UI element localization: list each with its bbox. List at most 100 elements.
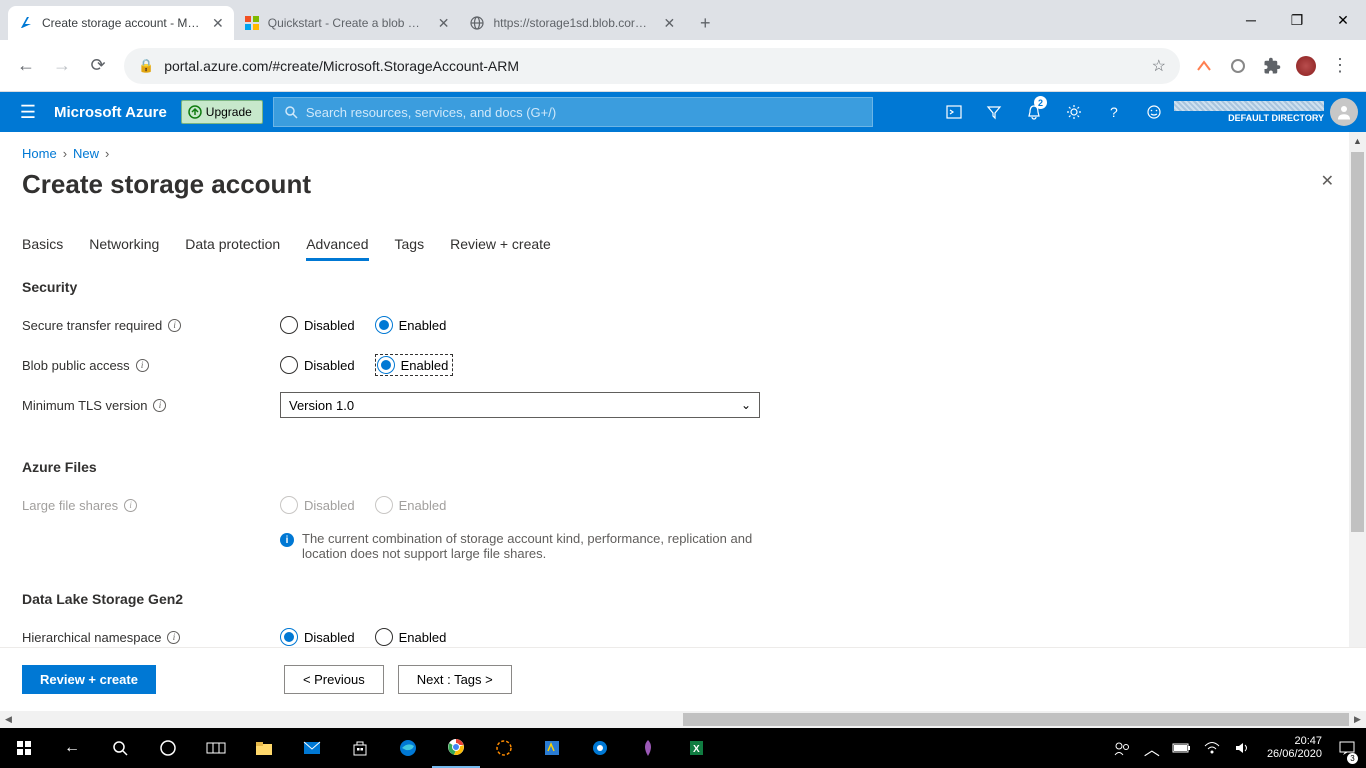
taskbar-app-3[interactable] — [576, 728, 624, 768]
start-button[interactable] — [0, 728, 48, 768]
breadcrumb-new[interactable]: New — [73, 146, 99, 161]
people-icon[interactable] — [1107, 728, 1137, 768]
taskbar-back-icon[interactable]: ← — [48, 728, 96, 768]
horizontal-scrollbar[interactable]: ◀ ▶ — [0, 711, 1366, 728]
row-secure-transfer: Secure transfer required i Disabled Enab… — [22, 305, 1344, 345]
tls-version-select[interactable]: Version 1.0 ⌄ — [280, 392, 760, 418]
wifi-icon[interactable] — [1197, 728, 1227, 768]
taskbar-app-2[interactable] — [528, 728, 576, 768]
scroll-up-arrow-icon[interactable]: ▲ — [1349, 132, 1366, 149]
scroll-left-arrow-icon[interactable]: ◀ — [0, 714, 17, 725]
radio-hns-disabled[interactable]: Disabled — [280, 628, 355, 646]
cortana-icon[interactable] — [144, 728, 192, 768]
tab-close-icon[interactable]: ✕ — [663, 15, 675, 32]
address-bar[interactable]: 🔒 portal.azure.com/#create/Microsoft.Sto… — [124, 48, 1180, 84]
extensions-puzzle-icon[interactable] — [1262, 56, 1282, 76]
radio-blob-public-enabled[interactable]: Enabled — [377, 356, 449, 374]
chrome-icon[interactable] — [432, 728, 480, 768]
browser-menu-button[interactable]: ⋮ — [1322, 55, 1358, 76]
system-tray: ︿ 20:47 26/06/2020 3 — [1107, 728, 1366, 768]
reload-button[interactable]: ⟳ — [80, 48, 116, 84]
user-account-block[interactable]: DEFAULT DIRECTORY — [1174, 101, 1330, 124]
next-button[interactable]: Next : Tags > — [398, 665, 512, 694]
tab-close-icon[interactable]: ✕ — [438, 15, 450, 32]
notifications-icon[interactable]: 2 — [1014, 92, 1054, 132]
tab-advanced[interactable]: Advanced — [306, 236, 368, 261]
taskbar-app-1[interactable] — [480, 728, 528, 768]
url-text: portal.azure.com/#create/Microsoft.Stora… — [164, 58, 519, 74]
notifications-badge: 2 — [1034, 96, 1047, 109]
battery-icon[interactable] — [1167, 728, 1197, 768]
extension-icon-1[interactable] — [1194, 56, 1214, 76]
tab-tags[interactable]: Tags — [395, 236, 425, 261]
azure-search-input[interactable]: Search resources, services, and docs (G+… — [273, 97, 873, 127]
edge-icon[interactable] — [384, 728, 432, 768]
tab-networking[interactable]: Networking — [89, 236, 159, 261]
label-tls-version: Minimum TLS version i — [22, 398, 280, 413]
bookmark-star-icon[interactable]: ☆ — [1152, 56, 1166, 76]
radio-secure-transfer-enabled[interactable]: Enabled — [375, 316, 447, 334]
row-blob-public-access: Blob public access i Disabled Enabled — [22, 345, 1344, 385]
lock-icon: 🔒 — [138, 58, 154, 74]
close-blade-icon[interactable]: ✕ — [1321, 171, 1344, 191]
search-icon — [284, 105, 298, 119]
azure-header: ☰ Microsoft Azure Upgrade Search resourc… — [0, 92, 1366, 132]
maximize-button[interactable]: ❐ — [1274, 0, 1320, 40]
info-icon[interactable]: i — [168, 319, 181, 332]
taskbar-app-4[interactable] — [624, 728, 672, 768]
info-icon[interactable]: i — [136, 359, 149, 372]
content-scrollbar[interactable]: ▲ ▼ — [1349, 132, 1366, 728]
action-center-badge: 3 — [1347, 753, 1358, 764]
store-icon[interactable] — [336, 728, 384, 768]
tab-basics[interactable]: Basics — [22, 236, 63, 261]
radio-hns-enabled[interactable]: Enabled — [375, 628, 447, 646]
back-button[interactable]: ← — [8, 48, 44, 84]
help-icon[interactable]: ? — [1094, 92, 1134, 132]
excel-icon[interactable]: X — [672, 728, 720, 768]
browser-tab-1[interactable]: Create storage account - Micro ✕ — [8, 6, 234, 40]
review-create-button[interactable]: Review + create — [22, 665, 156, 694]
tab-close-icon[interactable]: ✕ — [212, 15, 224, 32]
new-tab-button[interactable]: + — [691, 9, 719, 37]
scroll-thumb[interactable] — [1351, 152, 1364, 532]
info-icon[interactable]: i — [167, 631, 180, 644]
hscroll-thumb[interactable] — [683, 713, 1349, 726]
page-title: Create storage account — [22, 169, 311, 200]
browser-tab-2[interactable]: Quickstart - Create a blob with ✕ — [234, 6, 460, 40]
cloud-shell-icon[interactable] — [934, 92, 974, 132]
taskbar-clock[interactable]: 20:47 26/06/2020 — [1257, 735, 1332, 761]
azure-favicon — [18, 15, 34, 31]
volume-icon[interactable] — [1227, 728, 1257, 768]
previous-button[interactable]: < Previous — [284, 665, 384, 694]
info-icon[interactable]: i — [153, 399, 166, 412]
mail-icon[interactable] — [288, 728, 336, 768]
forward-button[interactable]: → — [44, 48, 80, 84]
user-avatar-icon[interactable] — [1330, 98, 1358, 126]
tab-data-protection[interactable]: Data protection — [185, 236, 280, 261]
browser-tab-3[interactable]: https://storage1sd.blob.core.w ✕ — [459, 6, 685, 40]
upgrade-button[interactable]: Upgrade — [181, 100, 263, 124]
clock-time: 20:47 — [1267, 735, 1322, 748]
radio-secure-transfer-disabled[interactable]: Disabled — [280, 316, 355, 334]
portal-menu-button[interactable]: ☰ — [8, 102, 48, 123]
minimize-button[interactable]: ─ — [1228, 0, 1274, 40]
breadcrumb-home[interactable]: Home — [22, 146, 57, 161]
row-large-file-shares: Large file shares i Disabled Enabled — [22, 485, 1344, 525]
action-center-icon[interactable]: 3 — [1332, 728, 1362, 768]
profile-avatar[interactable] — [1296, 56, 1316, 76]
directory-filter-icon[interactable] — [974, 92, 1014, 132]
close-window-button[interactable]: ✕ — [1320, 0, 1366, 40]
section-data-lake: Data Lake Storage Gen2 — [22, 591, 1344, 607]
taskbar-search-icon[interactable] — [96, 728, 144, 768]
task-view-icon[interactable] — [192, 728, 240, 768]
info-icon[interactable]: i — [124, 499, 137, 512]
settings-gear-icon[interactable] — [1054, 92, 1094, 132]
extension-icon-2[interactable] — [1228, 56, 1248, 76]
tray-chevron-up-icon[interactable]: ︿ — [1137, 728, 1167, 768]
file-explorer-icon[interactable] — [240, 728, 288, 768]
radio-blob-public-disabled[interactable]: Disabled — [280, 356, 355, 374]
scroll-right-arrow-icon[interactable]: ▶ — [1349, 714, 1366, 725]
azure-brand[interactable]: Microsoft Azure — [48, 104, 181, 121]
feedback-icon[interactable] — [1134, 92, 1174, 132]
tab-review-create[interactable]: Review + create — [450, 236, 551, 261]
